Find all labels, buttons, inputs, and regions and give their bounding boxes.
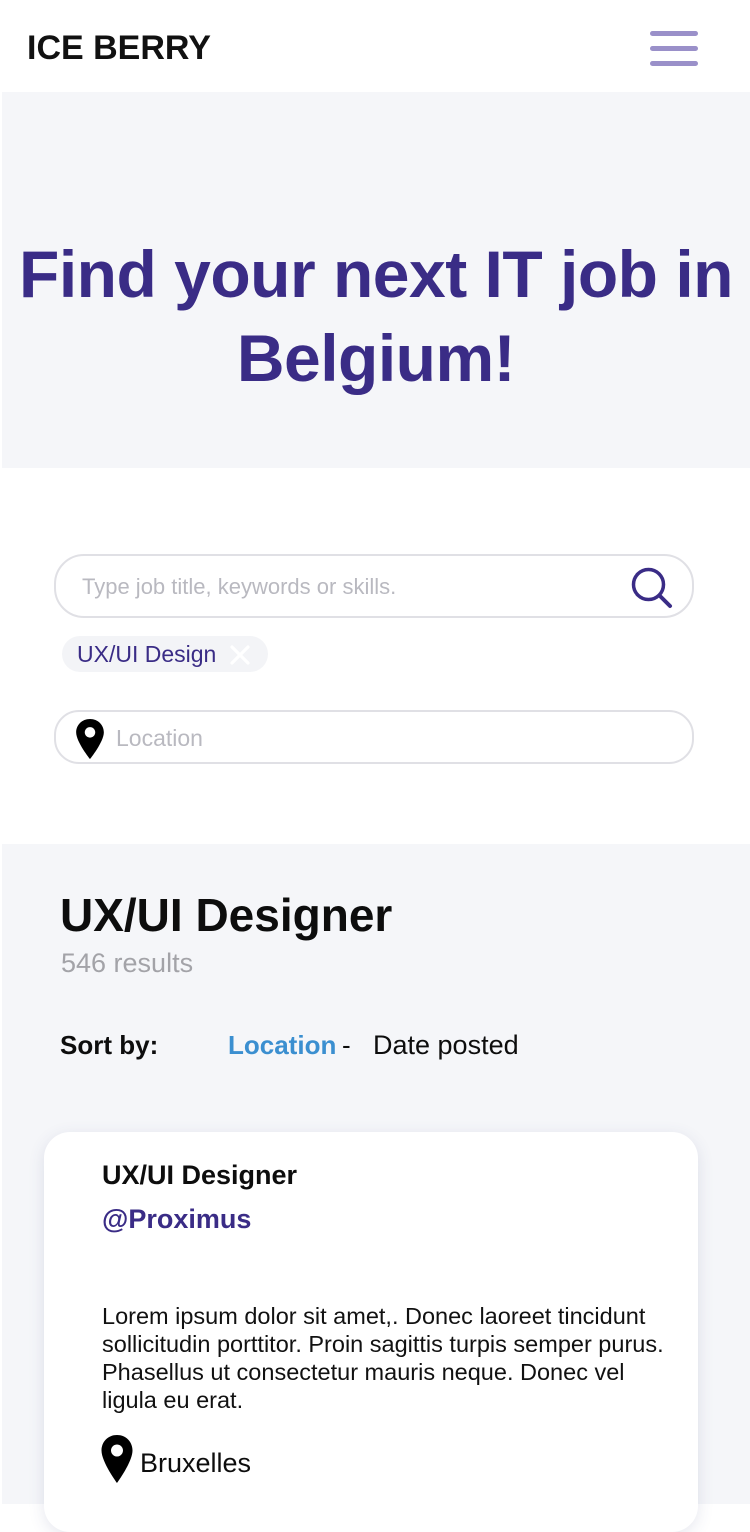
search-bar xyxy=(54,554,694,618)
job-description: Lorem ipsum dolor sit amet,. Donec laore… xyxy=(102,1303,664,1413)
sort-option-date-posted[interactable]: Date posted xyxy=(373,1028,519,1062)
sort-label: Sort by: xyxy=(60,1030,159,1060)
hamburger-menu-icon[interactable] xyxy=(648,28,700,70)
filter-tag-label: UX/UI Design xyxy=(77,641,217,667)
brand-logo[interactable]: ICE BERRY xyxy=(27,28,211,68)
results-title: UX/UI Designer xyxy=(60,889,393,941)
menu-bar xyxy=(650,46,698,51)
search-input[interactable] xyxy=(80,556,614,618)
location-bar xyxy=(54,710,694,764)
job-title[interactable]: UX/UI Designer xyxy=(102,1158,297,1192)
menu-bar xyxy=(650,61,698,66)
sort-separator: - xyxy=(342,1030,351,1060)
job-location: Bruxelles xyxy=(140,1448,252,1478)
job-card[interactable]: UX/UI Designer @Proximus Lorem ipsum dol… xyxy=(44,1132,698,1532)
menu-bar xyxy=(650,31,698,36)
hero-banner: Find your next IT job in Belgium! xyxy=(2,92,750,468)
search-icon[interactable] xyxy=(628,564,676,612)
map-pin-icon xyxy=(101,1435,133,1483)
close-icon[interactable] xyxy=(228,643,252,667)
results-count: 546 results xyxy=(61,948,194,978)
location-input[interactable] xyxy=(114,712,678,764)
map-pin-icon xyxy=(76,718,104,760)
job-company[interactable]: @Proximus xyxy=(102,1202,251,1236)
filter-tag: UX/UI Design xyxy=(62,636,268,672)
app-header: ICE BERRY xyxy=(0,0,750,92)
sort-option-location[interactable]: Location xyxy=(228,1028,336,1062)
hero-title: Find your next IT job in Belgium! xyxy=(19,237,733,395)
